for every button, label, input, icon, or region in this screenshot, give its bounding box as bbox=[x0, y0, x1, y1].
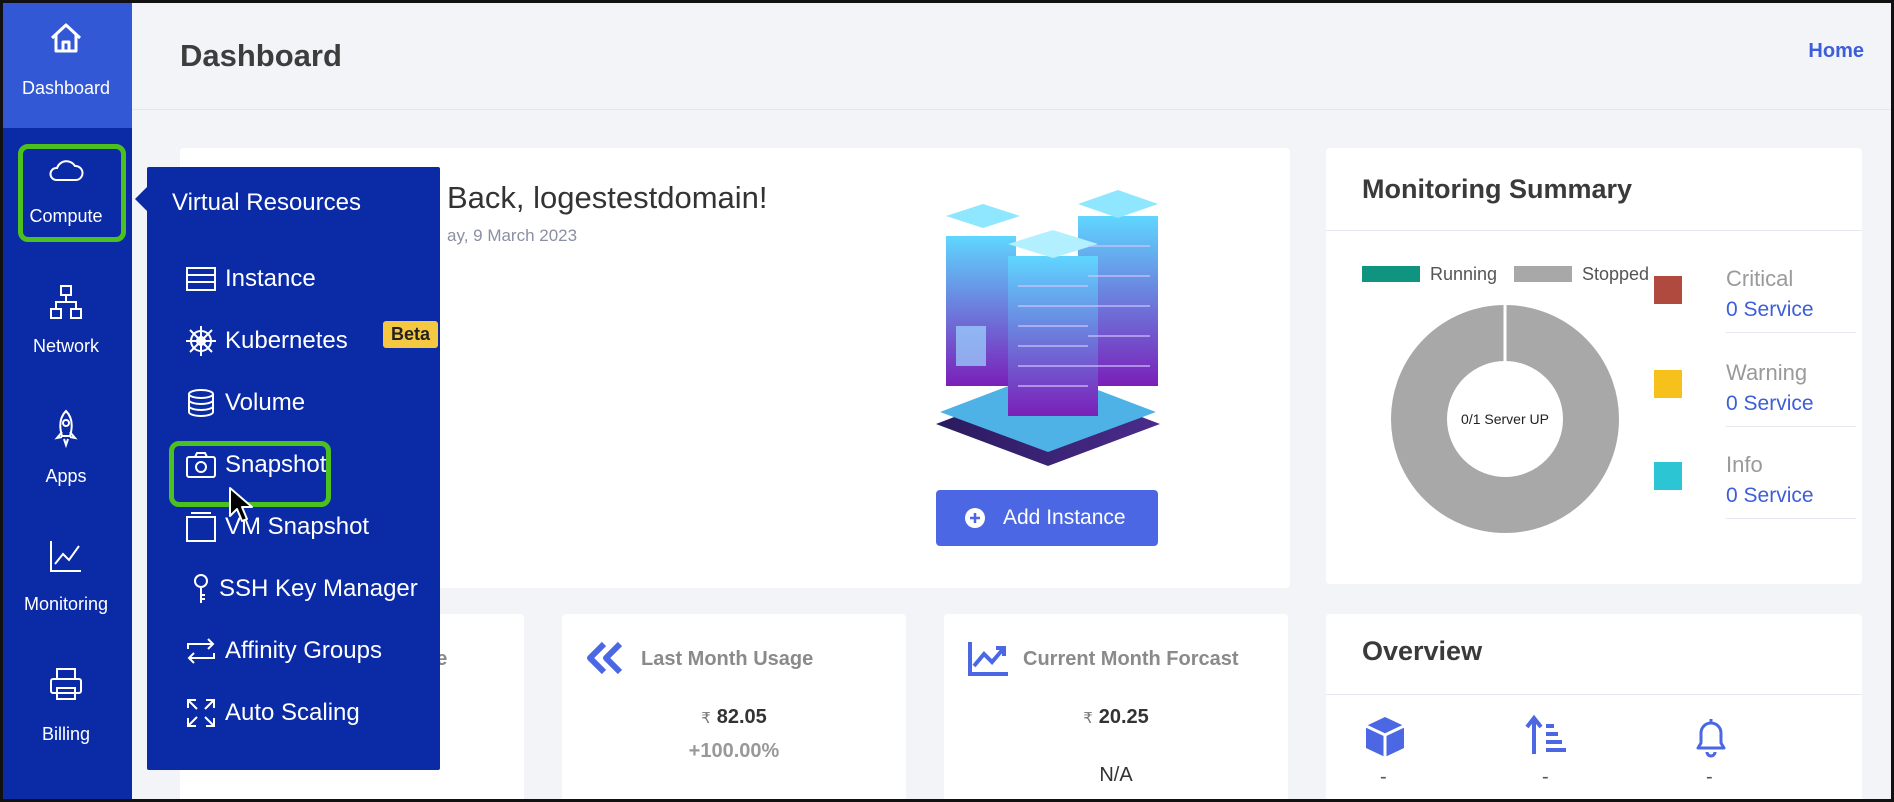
welcome-date: ay, 9 March 2023 bbox=[447, 226, 578, 245]
sidebar-item-label: Apps bbox=[45, 466, 87, 486]
sidebar-item-network[interactable]: Network bbox=[0, 256, 132, 384]
flyout-item-label: Auto Scaling bbox=[225, 699, 360, 726]
overview-value: - bbox=[1706, 766, 1713, 788]
rocket-icon bbox=[54, 409, 78, 448]
beta-badge: Beta bbox=[383, 321, 439, 348]
printer-icon bbox=[50, 668, 82, 700]
sidebar-item-label: Billing bbox=[41, 724, 91, 744]
key-icon bbox=[194, 574, 208, 603]
helm-icon bbox=[186, 326, 216, 356]
usage-card-title: Last Month Usage bbox=[641, 648, 814, 670]
divider bbox=[1326, 230, 1862, 231]
overview-title: Overview bbox=[1362, 636, 1483, 666]
compute-highlight-ring bbox=[18, 144, 126, 242]
add-instance-button[interactable]: Add Instance bbox=[936, 490, 1158, 546]
legend-label: Running bbox=[1430, 264, 1498, 284]
usage-change: +100.00% bbox=[688, 740, 780, 762]
last-month-usage-card: Last Month Usage ₹82.05 +100.00% bbox=[562, 614, 906, 802]
forecast-value: ₹20.25 bbox=[944, 706, 1288, 729]
arrows-exchange-icon bbox=[187, 638, 215, 664]
vm-snapshot-icon bbox=[186, 512, 216, 542]
status-count-link[interactable]: 0 Service bbox=[1726, 484, 1856, 508]
legend-stopped[interactable]: Stopped bbox=[1514, 264, 1649, 285]
critical-color-square bbox=[1654, 276, 1682, 304]
add-instance-label: Add Instance bbox=[1003, 506, 1126, 529]
forecast-change: N/A bbox=[1099, 764, 1133, 786]
virtual-resources-flyout: Virtual Resources Instance Kubernetes Be… bbox=[135, 167, 440, 770]
cube-icon bbox=[1365, 717, 1405, 757]
sidebar-item-apps[interactable]: Apps bbox=[0, 384, 132, 512]
database-icon bbox=[188, 389, 214, 417]
usage-amount: 82.05 bbox=[716, 706, 767, 728]
network-icon bbox=[50, 285, 82, 319]
status-count-link[interactable]: 0 Service bbox=[1726, 392, 1856, 416]
sidebar-item-monitoring[interactable]: Monitoring bbox=[0, 512, 132, 640]
status-critical: Critical 0 Service bbox=[1654, 266, 1856, 333]
sidebar-item-dashboard[interactable]: Dashboard bbox=[0, 0, 132, 128]
sidebar-item-billing[interactable]: Billing bbox=[0, 640, 132, 768]
overview-value: - bbox=[1542, 766, 1549, 788]
flyout-item-label: Instance bbox=[225, 265, 316, 292]
status-info: Info 0 Service bbox=[1654, 452, 1856, 519]
server-illustration bbox=[936, 190, 1160, 466]
status-name: Warning bbox=[1726, 360, 1808, 385]
overview-card: Overview - - - bbox=[1326, 614, 1862, 802]
sidebar-item-label: Dashboard bbox=[21, 78, 111, 98]
usage-value: ₹82.05 bbox=[562, 706, 906, 729]
status-count-link[interactable]: 0 Service bbox=[1726, 298, 1856, 322]
legend-swatch bbox=[1514, 266, 1572, 282]
status-warning: Warning 0 Service bbox=[1654, 360, 1856, 427]
server-status-donut[interactable]: 0/1 Server UP bbox=[1390, 304, 1620, 534]
sort-ascending-icon bbox=[1525, 714, 1566, 754]
home-icon bbox=[50, 23, 82, 53]
warning-color-square bbox=[1654, 370, 1682, 398]
sidebar-item-label: Monitoring bbox=[23, 594, 109, 614]
bell-icon bbox=[1696, 719, 1726, 758]
currency-symbol: ₹ bbox=[701, 710, 711, 727]
sidebar-item-label: Network bbox=[32, 336, 99, 356]
monitoring-summary-title: Monitoring Summary bbox=[1362, 174, 1633, 204]
status-name: Info bbox=[1726, 452, 1763, 477]
mouse-cursor-icon bbox=[229, 487, 253, 522]
divider bbox=[1326, 694, 1862, 695]
status-name: Critical bbox=[1726, 266, 1794, 291]
flyout-item-label: SSH Key Manager bbox=[219, 575, 418, 602]
legend-running[interactable]: Running bbox=[1362, 264, 1497, 285]
plus-circle-icon bbox=[965, 508, 985, 528]
flyout-pointer bbox=[135, 187, 147, 211]
double-chevron-left-icon bbox=[587, 641, 623, 675]
flyout-title: Virtual Resources bbox=[172, 189, 361, 216]
overview-value: - bbox=[1380, 766, 1387, 788]
currency-symbol: ₹ bbox=[1083, 710, 1093, 727]
current-month-forecast-card: Current Month Forcast ₹20.25 N/A bbox=[944, 614, 1288, 802]
forecast-amount: 20.25 bbox=[1098, 706, 1149, 728]
flyout-item-label: Affinity Groups bbox=[225, 637, 382, 664]
usage-card-title: Current Month Forcast bbox=[1023, 648, 1239, 670]
flyout-item-label: Volume bbox=[225, 389, 306, 416]
info-color-square bbox=[1654, 462, 1682, 490]
legend-swatch bbox=[1362, 266, 1420, 282]
page-title: Dashboard bbox=[180, 38, 342, 73]
donut-center-label: 0/1 Server UP bbox=[1461, 411, 1549, 427]
header: Dashboard Home bbox=[132, 0, 1894, 110]
sidebar: Dashboard Compute Network Apps Monitorin… bbox=[0, 0, 132, 802]
welcome-title: Back, logestestdomain! bbox=[447, 180, 768, 215]
legend-label: Stopped bbox=[1582, 264, 1650, 284]
monitoring-summary-card: Monitoring Summary Running Stopped 0/1 S… bbox=[1326, 148, 1862, 584]
instance-icon bbox=[186, 267, 216, 291]
flyout-item-label: Kubernetes bbox=[225, 327, 348, 354]
trending-chart-icon bbox=[968, 642, 1008, 676]
chart-icon bbox=[50, 541, 81, 572]
breadcrumb-home-link[interactable]: Home bbox=[1808, 40, 1864, 63]
expand-icon bbox=[187, 699, 215, 727]
